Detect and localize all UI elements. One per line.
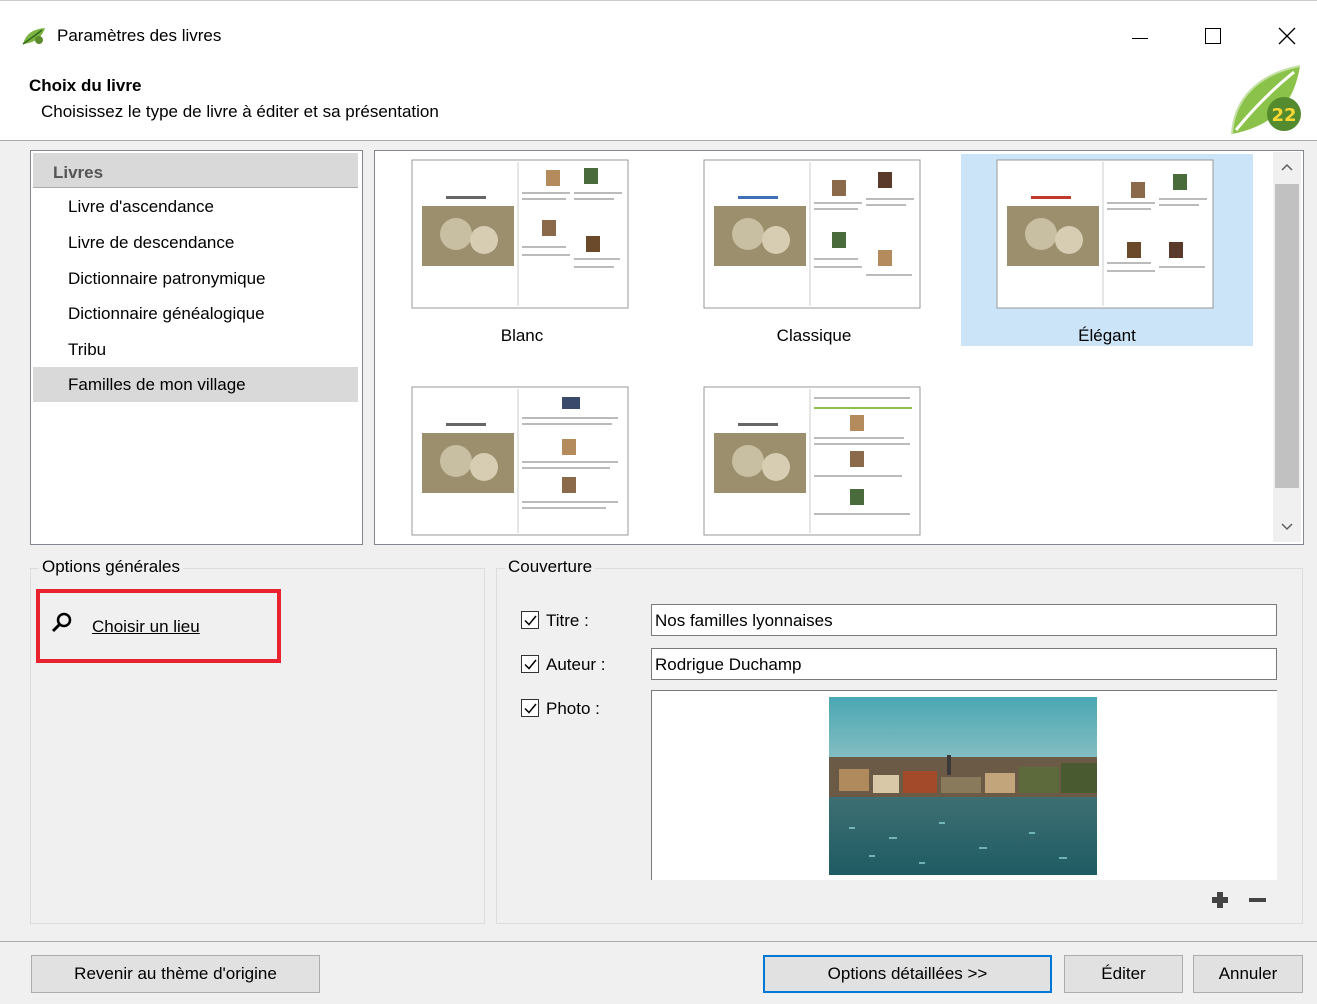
book-preview-4: [411, 386, 629, 536]
theme-label: Blanc: [500, 326, 544, 345]
app-leaf-icon: [22, 28, 45, 45]
theme-elegant[interactable]: Élégant: [961, 154, 1253, 346]
general-options-legend: Options générales: [39, 557, 183, 577]
books-list[interactable]: Livres Livre d'ascendance Livre de desce…: [30, 150, 363, 545]
cover-photo: [829, 697, 1097, 875]
theme-gallery[interactable]: Blanc Classique Élégant: [374, 150, 1304, 545]
minus-icon[interactable]: [1249, 898, 1266, 902]
title-label: Titre :: [546, 611, 589, 630]
title-input[interactable]: Nos familles lyonnaises: [651, 604, 1277, 636]
page-subtitle: Choisissez le type de livre à éditer et …: [41, 102, 439, 121]
heredis-logo-icon: 22: [1231, 65, 1301, 135]
search-icon[interactable]: [50, 611, 74, 635]
page-title: Choix du livre: [29, 76, 142, 95]
theme-item-4[interactable]: [376, 381, 668, 573]
photo-label: Photo :: [546, 699, 600, 718]
book-preview-classique: [703, 159, 921, 309]
books-list-header: Livres: [33, 153, 358, 188]
author-checkbox[interactable]: [521, 655, 539, 673]
book-item-familles-village[interactable]: Familles de mon village: [33, 367, 358, 402]
title-bar: Paramètres des livres: [0, 0, 1317, 64]
book-item-dictionnaire-genealogique[interactable]: Dictionnaire généalogique: [33, 296, 358, 331]
checkmark-icon: [524, 615, 537, 626]
author-label: Auteur :: [546, 655, 606, 674]
close-button[interactable]: [1267, 19, 1307, 53]
maximize-icon: [1205, 28, 1221, 44]
theme-classique[interactable]: Classique: [668, 154, 960, 346]
theme-label: Élégant: [1078, 326, 1136, 345]
window-title: Paramètres des livres: [57, 26, 222, 45]
theme-item-5[interactable]: [668, 381, 960, 573]
choose-place-link[interactable]: Choisir un lieu: [92, 617, 200, 637]
scroll-up-button[interactable]: [1273, 152, 1301, 182]
maximize-button[interactable]: [1193, 19, 1233, 53]
checkmark-icon: [524, 703, 537, 714]
cancel-button[interactable]: Annuler: [1193, 955, 1303, 993]
theme-blanc[interactable]: Blanc: [376, 154, 668, 346]
close-icon: [1278, 27, 1296, 45]
cover-legend: Couverture: [505, 557, 596, 577]
book-preview-5: [703, 386, 921, 536]
book-preview-elegant: [996, 159, 1214, 309]
svg-text:22: 22: [1271, 105, 1296, 126]
scroll-thumb[interactable]: [1275, 184, 1299, 488]
author-input[interactable]: Rodrigue Duchamp: [651, 648, 1277, 680]
checkmark-icon: [524, 659, 537, 670]
scroll-down-button[interactable]: [1273, 512, 1301, 542]
book-item-dictionnaire-patronymique[interactable]: Dictionnaire patronymique: [33, 261, 358, 296]
minimize-button[interactable]: [1120, 19, 1160, 53]
minimize-icon: [1132, 37, 1148, 39]
book-item-ascendance[interactable]: Livre d'ascendance: [33, 189, 358, 224]
book-item-tribu[interactable]: Tribu: [33, 332, 358, 367]
detailed-options-button[interactable]: Options détaillées >>: [763, 955, 1052, 993]
plus-icon[interactable]: [1212, 892, 1228, 908]
reset-theme-button[interactable]: Revenir au thème d'origine: [31, 955, 320, 993]
footer-divider: [0, 941, 1317, 942]
photo-checkbox[interactable]: [521, 699, 539, 717]
gallery-scrollbar[interactable]: [1273, 152, 1301, 542]
chevron-down-icon: [1281, 523, 1293, 531]
title-checkbox[interactable]: [521, 611, 539, 629]
theme-label: Classique: [776, 326, 852, 345]
edit-button[interactable]: Éditer: [1064, 955, 1183, 993]
book-preview-blanc: [411, 159, 629, 309]
book-item-descendance[interactable]: Livre de descendance: [33, 225, 358, 260]
chevron-up-icon: [1281, 163, 1293, 171]
